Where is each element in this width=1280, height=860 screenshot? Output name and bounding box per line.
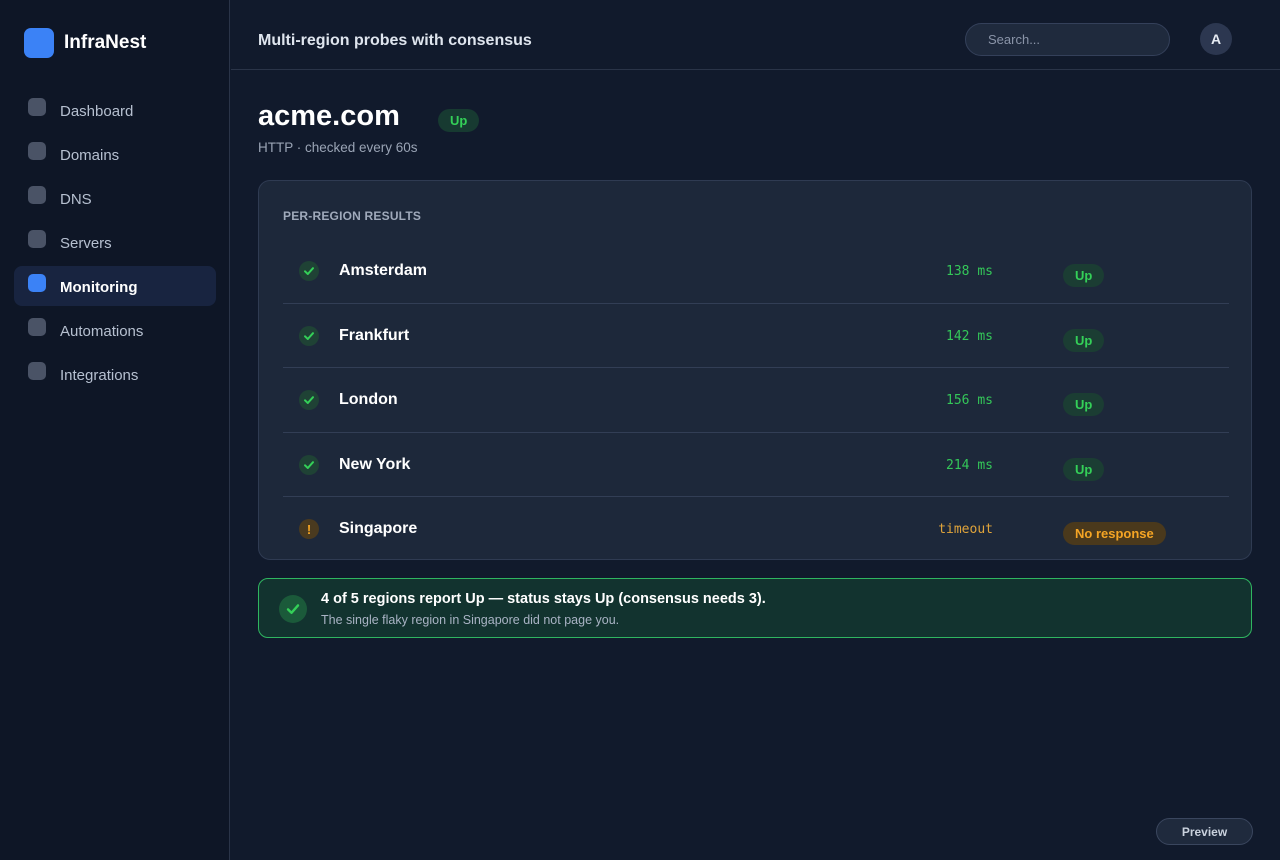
region-row-new-york[interactable]: New York 214 ms Up: [283, 433, 1229, 497]
consensus-banner: 4 of 5 regions report Up — status stays …: [258, 578, 1252, 638]
warning-icon: !: [299, 519, 319, 539]
sidebar-item-label: DNS: [60, 191, 92, 208]
sidebar-item-label: Domains: [60, 147, 120, 164]
check-icon: [299, 454, 319, 475]
region-name: Frankfurt: [339, 326, 410, 344]
avatar[interactable]: A: [1200, 23, 1232, 55]
page-subtitle: HTTP · checked every 60s: [258, 140, 418, 155]
region-status-badge: No response: [1063, 522, 1166, 545]
automations-icon: [28, 318, 46, 336]
page-title: acme.com: [258, 100, 400, 132]
dns-icon: [28, 186, 46, 204]
preview-button[interactable]: Preview: [1156, 818, 1253, 845]
sidebar-item-label: Integrations: [60, 367, 139, 384]
sidebar-item-dashboard[interactable]: Dashboard: [14, 90, 216, 130]
check-icon: [299, 390, 319, 410]
sidebar-nav: Dashboard Domains DNS Servers Monitoring…: [14, 90, 216, 398]
region-latency: 142 ms: [946, 328, 993, 344]
sidebar-item-servers[interactable]: Servers: [14, 222, 216, 262]
search-box: [965, 23, 1170, 56]
servers-icon: [28, 230, 46, 248]
sidebar-item-label: Servers: [60, 235, 112, 252]
brand-name: InfraNest: [64, 32, 147, 53]
card-label: PER-REGION RESULTS: [283, 209, 422, 223]
region-name: Singapore: [339, 520, 418, 537]
region-name: London: [339, 391, 398, 408]
top-header: Multi-region probes with consensus A: [231, 0, 1280, 70]
status-badge: Up: [438, 109, 480, 132]
check-icon: [299, 325, 319, 346]
brand[interactable]: InfraNest: [24, 28, 146, 58]
region-status-badge: Up: [1063, 393, 1105, 416]
app-root: InfraNest Dashboard Domains DNS Servers …: [0, 0, 1280, 860]
region-row-london[interactable]: London 156 ms Up: [283, 368, 1229, 433]
region-name: Amsterdam: [339, 262, 428, 279]
sidebar-item-domains[interactable]: Domains: [14, 134, 216, 174]
sidebar-item-label: Dashboard: [60, 103, 134, 120]
sidebar-item-monitoring[interactable]: Monitoring: [14, 266, 216, 306]
region-row-frankfurt[interactable]: Frankfurt 142 ms Up: [283, 304, 1229, 368]
sidebar-item-integrations[interactable]: Integrations: [14, 354, 216, 394]
region-status-badge: Up: [1063, 457, 1105, 481]
integrations-icon: [28, 362, 46, 380]
region-status-badge: Up: [1063, 264, 1105, 287]
monitoring-icon: [28, 274, 46, 292]
region-name: New York: [339, 455, 411, 473]
region-row-amsterdam[interactable]: Amsterdam 138 ms Up: [283, 239, 1229, 304]
consensus-title: 4 of 5 regions report Up — status stays …: [321, 591, 766, 607]
sidebar-item-label: Monitoring: [60, 279, 138, 296]
region-latency: 138 ms: [946, 264, 993, 279]
brand-logo-icon: [24, 28, 54, 58]
sidebar-item-dns[interactable]: DNS: [14, 178, 216, 218]
region-status-badge: Up: [1063, 328, 1105, 352]
sidebar-item-label: Automations: [60, 323, 144, 340]
region-results-card: PER-REGION RESULTS Amsterdam 138 ms Up F…: [258, 180, 1252, 560]
region-latency: timeout: [938, 522, 993, 537]
sidebar-item-automations[interactable]: Automations: [14, 310, 216, 350]
check-icon: [299, 261, 319, 281]
region-latency: 214 ms: [946, 457, 993, 473]
search-input[interactable]: [966, 24, 1169, 55]
region-latency: 156 ms: [946, 393, 993, 408]
check-circle-icon: [279, 595, 307, 623]
header-title: Multi-region probes with consensus: [258, 32, 532, 49]
consensus-subtitle: The single flaky region in Singapore did…: [321, 613, 620, 627]
dashboard-icon: [28, 98, 46, 116]
domains-icon: [28, 142, 46, 160]
region-list: Amsterdam 138 ms Up Frankfurt 142 ms Up …: [283, 239, 1229, 562]
region-row-singapore[interactable]: ! Singapore timeout No response: [283, 497, 1229, 562]
sidebar: InfraNest Dashboard Domains DNS Servers …: [0, 0, 230, 860]
